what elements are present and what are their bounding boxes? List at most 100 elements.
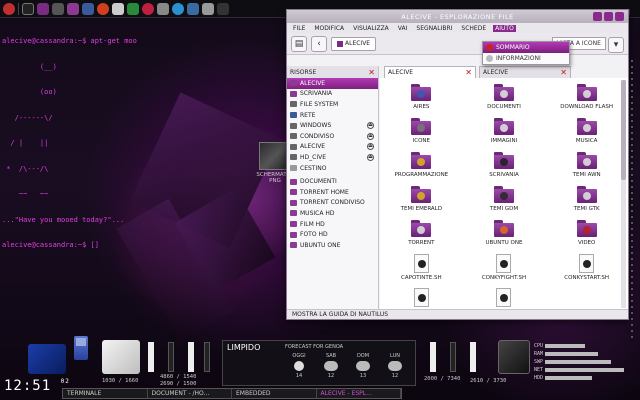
folder-icon[interactable] <box>37 2 49 15</box>
music-icon[interactable] <box>67 2 79 15</box>
file-item[interactable]: ICONE <box>380 118 463 152</box>
file-item[interactable]: TEMI GTK <box>545 186 628 220</box>
sidebar-item-windows[interactable]: WINDOWS ⏏ <box>287 120 378 131</box>
terminal-line: * /\---/\ <box>2 164 49 173</box>
terminal-output[interactable]: alecive@cassandra:~$ apt-get moo (__) (o… <box>2 20 232 258</box>
usb-drive-icon[interactable] <box>28 344 66 374</box>
external-drive-icon[interactable] <box>102 340 140 374</box>
trash-icon[interactable] <box>202 2 214 15</box>
sidebar-item-label: CESTINO <box>300 164 327 172</box>
sidebar-item-torrent-home[interactable]: TORRENT HOME <box>287 187 378 198</box>
file-item[interactable]: MUSICA <box>545 118 628 152</box>
sidebar-item-condiviso[interactable]: CONDIVISO ⏏ <box>287 131 378 142</box>
file-item[interactable]: PROGRAMMAZIONE <box>380 152 463 186</box>
zoom-button[interactable]: ▾ <box>608 37 624 53</box>
network-icon[interactable] <box>187 2 199 15</box>
skype-icon[interactable] <box>172 2 184 15</box>
eject-icon[interactable]: ⏏ <box>367 143 374 151</box>
taskbar-item[interactable]: TERMINALE <box>63 389 148 398</box>
close-sidebar-icon[interactable]: ✕ <box>368 68 375 77</box>
forecast-temp: 14 <box>295 373 303 379</box>
hdd-icon[interactable] <box>498 340 530 374</box>
menu-modifica[interactable]: MODIFICA <box>312 25 346 32</box>
file-item[interactable]: SCRIVANIA <box>463 152 546 186</box>
file-item[interactable]: DOCUMENTI <box>463 84 546 118</box>
settings-icon[interactable] <box>52 2 64 15</box>
sidebar-item-label: FILM HD <box>300 220 325 228</box>
tab-1[interactable]: ALECIVE ✕ <box>479 66 571 78</box>
file-item[interactable]: CONKYSTART.SH <box>545 254 628 288</box>
file-item[interactable]: VIDEO <box>545 220 628 254</box>
sidebar-item-musica-hd[interactable]: MUSICA HD <box>287 208 378 219</box>
sidebar-item-foto-hd[interactable]: FOTO HD <box>287 229 378 240</box>
file-item[interactable]: AIRES <box>380 84 463 118</box>
terminal-icon[interactable] <box>22 2 34 15</box>
taskbar-item[interactable]: DOCUMENT - /HO... <box>148 389 232 398</box>
menu-visualizza[interactable]: VISUALIZZA <box>351 25 391 32</box>
taskbar-item[interactable]: ALECIVE - ESPL... <box>317 389 401 398</box>
close-button[interactable] <box>615 12 624 21</box>
file-item[interactable]: TEMI AWN <box>545 152 628 186</box>
scrollbar-thumb[interactable] <box>621 80 626 180</box>
file-item[interactable]: CONKYFIGHT.SH <box>463 254 546 288</box>
mail-icon[interactable] <box>112 2 124 15</box>
close-tab-icon[interactable]: ✕ <box>560 68 567 77</box>
eject-icon[interactable]: ⏏ <box>367 153 374 161</box>
image-icon[interactable] <box>82 2 94 15</box>
ubuntu-icon[interactable] <box>3 2 15 15</box>
taskbar-item[interactable]: EMBEDDED <box>232 389 317 398</box>
file-item[interactable]: CAPOTINTE.SH <box>380 254 463 288</box>
breadcrumb-home[interactable]: ALECIVE <box>331 36 377 51</box>
menu-aiuto[interactable]: AIUTO <box>493 24 516 32</box>
eject-icon[interactable]: ⏏ <box>367 122 374 130</box>
minimize-button[interactable] <box>593 12 602 21</box>
menu-segnalibri[interactable]: SEGNALIBRI <box>414 25 454 32</box>
gimp-icon[interactable] <box>157 2 169 15</box>
file-item[interactable]: IMMAGINI <box>463 118 546 152</box>
file-item[interactable]: TEMI GDM <box>463 186 546 220</box>
sidebar-item-scrivania[interactable]: SCRIVANIA <box>287 89 378 100</box>
sidebar-item-label: DOCUMENTI <box>300 178 337 186</box>
sidebar-item-hd-cive[interactable]: HD_CIVE ⏏ <box>287 152 378 163</box>
toggle-sidebar-button[interactable]: ▤ <box>291 35 307 52</box>
cloud-icon <box>356 361 370 371</box>
menu-item-about[interactable]: INFORMAZIONI <box>483 53 569 64</box>
sidebar-item-ubuntu-one[interactable]: UBUNTU ONE <box>287 240 378 251</box>
window-titlebar[interactable]: ALECIVE - ESPLORAZIONE FILE <box>287 10 628 23</box>
sidebar-item-alecive[interactable]: ALECIVE <box>287 78 378 89</box>
sidebar-item-rete[interactable]: RETE <box>287 110 378 121</box>
maximize-button[interactable] <box>604 12 613 21</box>
menubar: FILE MODIFICA VISUALIZZA VAI SEGNALIBRI SCHED… <box>287 23 628 33</box>
close-tab-icon[interactable]: ✕ <box>465 68 472 77</box>
sys-row: RAM <box>534 350 638 358</box>
forecast-day-name: OGGI <box>292 353 306 359</box>
chat-icon[interactable] <box>127 2 139 15</box>
firefox-icon[interactable] <box>97 2 109 15</box>
sidebar-header[interactable]: RISORSE ✕ <box>287 66 378 78</box>
tab-0[interactable]: ALECIVE ✕ <box>384 66 476 78</box>
folder-icon <box>576 84 597 101</box>
file-item[interactable]: UBUNTU ONE <box>463 220 546 254</box>
menu-item-contents[interactable]: SOMMARIO <box>483 42 569 53</box>
scrollbar[interactable] <box>621 80 626 308</box>
menu-schede[interactable]: SCHEDE <box>459 25 488 32</box>
file-item[interactable]: TEMI EMERALD <box>380 186 463 220</box>
media-icon[interactable] <box>142 2 154 15</box>
ipod-icon[interactable] <box>74 336 88 360</box>
power-icon[interactable] <box>217 2 229 15</box>
file-item[interactable]: TORRENT <box>380 220 463 254</box>
sidebar-item-file-system[interactable]: FILE SYSTEM <box>287 99 378 110</box>
sidebar-item-documenti[interactable]: DOCUMENTI <box>287 176 378 187</box>
file-item[interactable]: DOWNLOAD FLASH <box>545 84 628 118</box>
sidebar-item-alecive[interactable]: ALECIVE ⏏ <box>287 142 378 153</box>
sidebar-item-film-hd[interactable]: FILM HD <box>287 219 378 230</box>
eject-icon[interactable]: ⏏ <box>367 132 374 140</box>
menu-file[interactable]: FILE <box>291 25 307 32</box>
sidebar-item-torrent-condiviso[interactable]: TORRENT CONDIVISO <box>287 198 378 209</box>
file-item-label: TEMI EMERALD <box>400 206 442 212</box>
back-button[interactable]: ‹ <box>311 35 327 52</box>
menu-vai[interactable]: VAI <box>396 25 410 32</box>
folder-icon <box>290 231 297 238</box>
sidebar: RISORSE ✕ ALECIVE SCRIVANIA FILE SYSTEM RET… <box>287 66 379 310</box>
sidebar-item-cestino[interactable]: CESTINO <box>287 163 378 174</box>
